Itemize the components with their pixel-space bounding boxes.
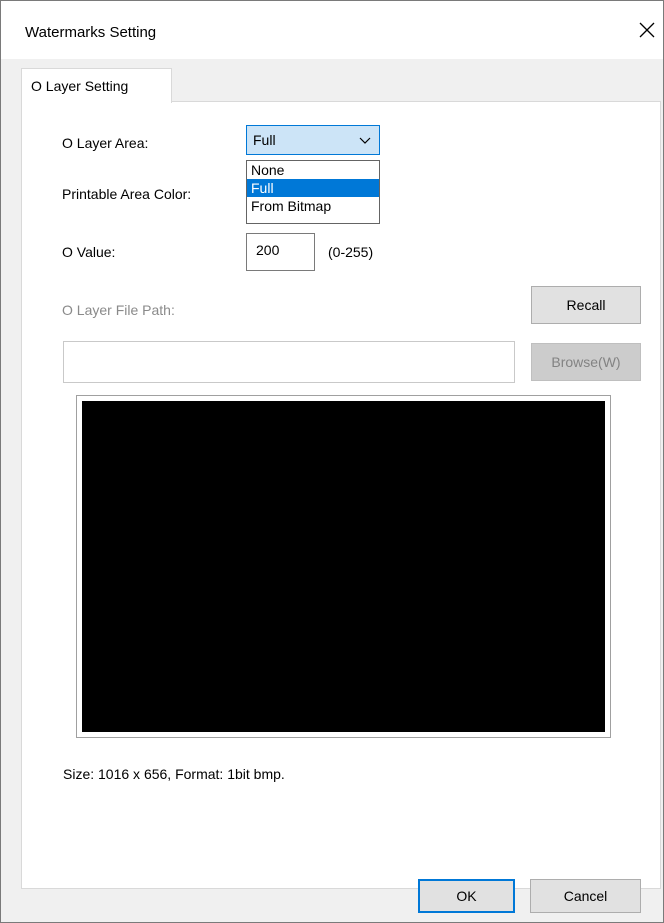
file-path-label: O Layer File Path: [62, 302, 175, 318]
o-layer-area-value: Full [253, 132, 276, 148]
close-icon[interactable] [635, 19, 659, 43]
cancel-button[interactable]: Cancel [530, 879, 641, 913]
dropdown-option-full[interactable]: Full [247, 179, 379, 197]
window-title: Watermarks Setting [25, 24, 157, 41]
o-layer-area-dropdown: None Full From Bitmap [246, 160, 380, 224]
o-value-text: 200 [256, 242, 280, 258]
o-value-input[interactable]: 200 [246, 233, 315, 271]
o-layer-area-label: O Layer Area: [62, 135, 149, 151]
title-bar: Watermarks Setting [1, 1, 663, 59]
preview-image [82, 401, 605, 732]
chevron-down-icon [359, 137, 371, 144]
size-info: Size: 1016 x 656, Format: 1bit bmp. [63, 766, 285, 782]
dropdown-option-none[interactable]: None [247, 161, 379, 179]
recall-button[interactable]: Recall [531, 286, 641, 324]
o-value-label: O Value: [62, 244, 116, 260]
tab-o-layer-setting[interactable]: O Layer Setting [21, 68, 172, 103]
tab-label: O Layer Setting [31, 78, 129, 94]
ok-button[interactable]: OK [418, 879, 515, 913]
browse-button[interactable]: Browse(W) [531, 343, 641, 381]
watermarks-dialog: Watermarks Setting O Layer Setting O Lay… [0, 0, 664, 923]
dropdown-option-from-bitmap[interactable]: From Bitmap [247, 197, 379, 215]
file-path-input[interactable] [63, 341, 515, 383]
o-layer-area-select[interactable]: Full [246, 125, 380, 155]
o-value-range: (0-255) [328, 244, 374, 260]
bitmap-preview [76, 395, 611, 738]
printable-area-color-label: Printable Area Color: [62, 186, 192, 202]
